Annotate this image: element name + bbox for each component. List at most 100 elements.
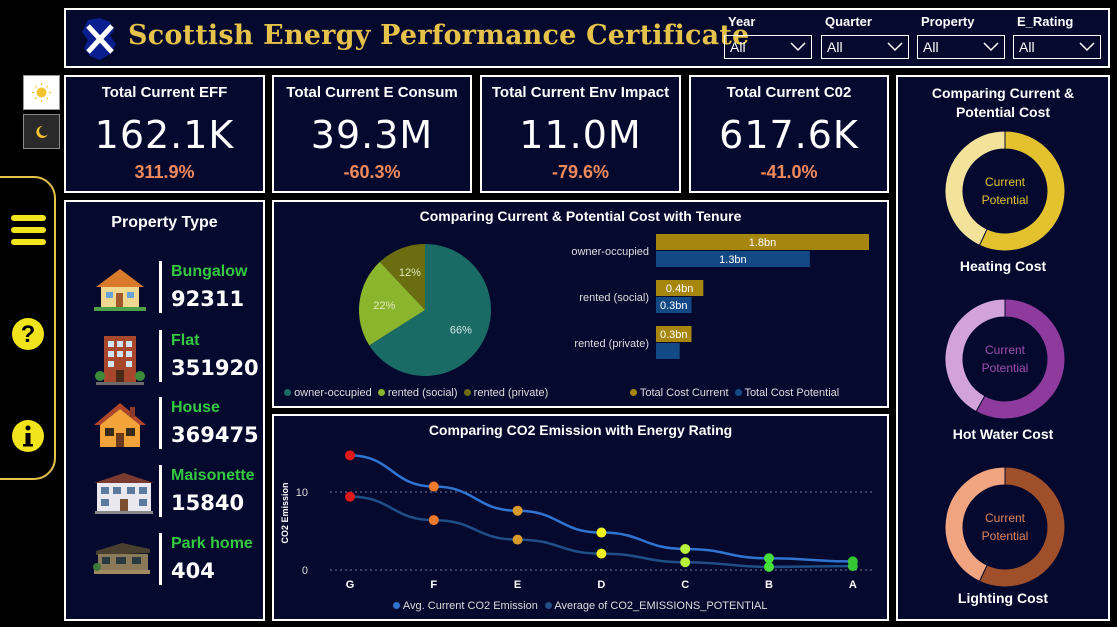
legend-total-cost-potential[interactable]: Total Cost Potential (744, 387, 839, 399)
co2-line-chart: 0 10 CO2 Emission G F E D C B A (280, 450, 873, 591)
bungalow-icon (94, 269, 146, 311)
legend-total-cost-current[interactable]: Total Cost Current (640, 387, 729, 399)
x-tick-b: B (765, 579, 773, 591)
y-tick-label: 0 (302, 565, 308, 577)
flat-icon (95, 336, 145, 385)
property-filter-dropdown[interactable]: All (917, 35, 1005, 59)
row-divider (159, 261, 162, 313)
year-filter-label: Year (728, 14, 756, 29)
help-icon[interactable]: ? (10, 316, 46, 352)
property-filter-value: All (923, 39, 939, 55)
legend-marker-cost-potential (734, 389, 742, 396)
legend-rented-private[interactable]: rented (private) (474, 387, 549, 399)
property-name: Maisonette (171, 467, 255, 484)
property-type-panel: Property Type Bungalow 92311 Flat 351920… (64, 200, 265, 621)
scotland-flag-icon (82, 18, 116, 60)
property-row-flat[interactable]: Flat 351920 (66, 328, 262, 392)
point-avg-current-co2-emission-f[interactable] (428, 481, 439, 492)
bar-category-rented-social: rented (social) (579, 292, 649, 304)
dark-theme-button[interactable] (23, 114, 60, 149)
chevron-down-icon (887, 42, 903, 52)
property-count: 404 (171, 559, 215, 583)
row-divider (159, 330, 162, 382)
point-avg-current-co2-emission-d[interactable] (596, 527, 607, 538)
menu-icon[interactable] (10, 213, 48, 247)
property-row-maisonette[interactable]: Maisonette 15840 (66, 463, 262, 527)
bar-total-cost-potential-rented-private[interactable] (656, 343, 680, 359)
legend-current-co2[interactable]: Avg. Current CO2 Emission (403, 600, 538, 612)
tenure-cost-chart-panel: Comparing Current & Potential Cost with … (272, 200, 889, 408)
dashboard-title: Scottish Energy Performance Certificate (128, 20, 750, 51)
legend-owner-occupied[interactable]: owner-occupied (294, 387, 372, 399)
point-avg-current-co2-emission-e[interactable] (512, 505, 523, 516)
point-avg-current-co2-emission-c[interactable] (680, 543, 691, 554)
sun-icon (32, 83, 51, 102)
property-name: House (171, 399, 220, 416)
kpi-value: 11.0M (519, 113, 642, 157)
property-filter[interactable]: Property All (917, 14, 1005, 59)
property-count: 351920 (171, 356, 259, 380)
row-divider (159, 397, 162, 449)
house-icon (94, 403, 146, 447)
chevron-down-icon (790, 42, 806, 52)
property-row-bungalow[interactable]: Bungalow 92311 (66, 259, 262, 323)
property-filter-label: Property (921, 14, 975, 29)
y-axis-label: CO2 Emission (280, 482, 290, 543)
e-rating-filter-dropdown[interactable]: All (1013, 35, 1101, 59)
bar-label-total-cost-current-rented-social: 0.4bn (666, 283, 694, 295)
kpi-change: -60.3% (343, 162, 401, 182)
point-average-of-co2-emissions-potential-f[interactable] (428, 515, 439, 526)
donut-potential-label: Potential (982, 529, 1029, 543)
legend-marker-rented-private (463, 389, 471, 396)
point-average-of-co2-emissions-potential-g[interactable] (345, 491, 355, 502)
kpi-change: 311.9% (134, 162, 195, 182)
park-home-icon (93, 543, 150, 574)
quarter-filter-label: Quarter (825, 14, 872, 29)
row-divider (159, 465, 162, 517)
point-average-of-co2-emissions-potential-d[interactable] (596, 548, 607, 559)
legend-rented-social[interactable]: rented (social) (388, 387, 458, 399)
kpi-change: -79.6% (551, 162, 610, 182)
e-rating-filter-label: E_Rating (1017, 14, 1074, 29)
y-tick-label: 10 (296, 487, 308, 499)
pie-label-rented-private: 12% (399, 267, 421, 279)
bar-label-total-cost-potential-rented-social: 0.3bn (660, 300, 688, 312)
point-avg-current-co2-emission-g[interactable] (345, 450, 355, 461)
point-average-of-co2-emissions-potential-a[interactable] (847, 561, 858, 572)
quarter-filter[interactable]: Quarter All (821, 14, 909, 59)
year-filter[interactable]: Year All (724, 14, 812, 59)
quarter-filter-dropdown[interactable]: All (821, 35, 909, 59)
legend-potential-co2[interactable]: Average of CO2_EMISSIONS_POTENTIAL (554, 600, 767, 612)
chevron-down-icon (1079, 42, 1095, 52)
property-row-house[interactable]: House 369475 (66, 395, 262, 459)
year-filter-dropdown[interactable]: All (724, 35, 812, 59)
kpi-card-total-current-e-consum: Total Current E Consum 39.3M -60.3% (272, 75, 472, 193)
bar-category-rented-private: rented (private) (574, 338, 649, 350)
property-row-park-home[interactable]: Park home 404 (66, 531, 262, 595)
co2-chart-title: Comparing CO2 Emission with Energy Ratin… (428, 422, 733, 438)
x-tick-f: F (430, 579, 437, 591)
info-icon[interactable] (10, 418, 46, 454)
x-tick-d: D (597, 579, 605, 591)
svg-text:?: ? (21, 321, 36, 348)
point-average-of-co2-emissions-potential-c[interactable] (680, 557, 691, 568)
line-avg-current-co2-emission[interactable] (349, 454, 853, 563)
pie-label-owner-occupied: 66% (450, 325, 472, 337)
point-average-of-co2-emissions-potential-e[interactable] (512, 534, 523, 545)
tenure-bar-chart: owner-occupied 1.8bn1.3bn rented (social) 0… (571, 234, 869, 359)
e-rating-filter[interactable]: E_Rating All (1013, 14, 1101, 59)
donut-potential-label: Potential (982, 193, 1029, 207)
legend-marker-potential-co2 (544, 602, 552, 609)
cost-comparison-panel: Comparing Current & Potential Cost Curre… (896, 75, 1110, 621)
bar-label-total-cost-potential-owner-occupied: 1.3bn (719, 254, 747, 266)
light-theme-button[interactable] (23, 75, 60, 110)
point-avg-current-co2-emission-b[interactable] (764, 553, 774, 564)
legend-marker-owner-occupied (284, 389, 291, 396)
point-average-of-co2-emissions-potential-b[interactable] (764, 561, 774, 572)
bar-category-owner-occupied: owner-occupied (571, 246, 649, 258)
property-count: 92311 (171, 287, 245, 311)
navigation-sidebar: ? (0, 176, 56, 480)
maisonette-icon (94, 473, 154, 514)
legend-marker-rented-social (377, 389, 385, 396)
kpi-card-total-current-eff: Total Current EFF 162.1K 311.9% (64, 75, 265, 193)
